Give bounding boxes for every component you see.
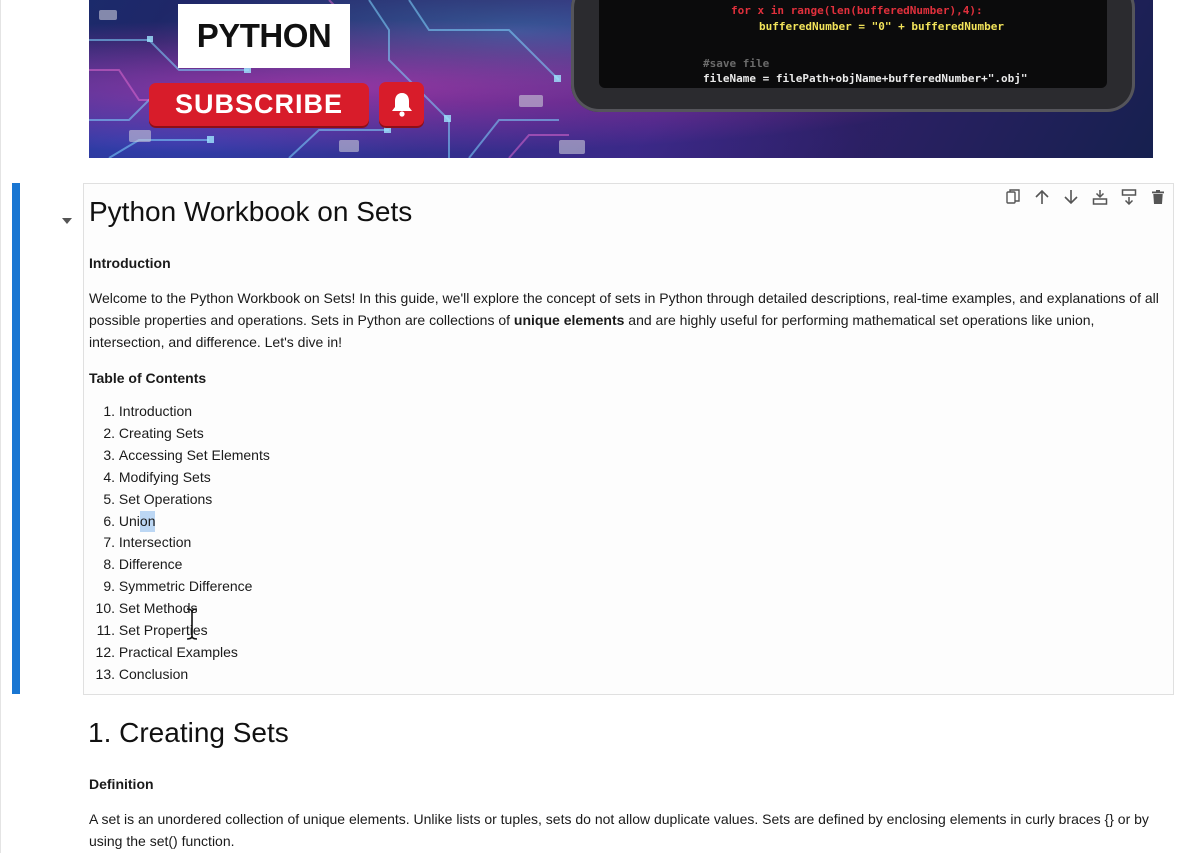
table-of-contents: 1. Introduction 2. Creating Sets 3. Acce… xyxy=(88,401,270,686)
toc-item: 11. Set Properties xyxy=(96,622,208,639)
text-selection-highlight: on xyxy=(139,510,156,533)
code-line-3: #save file xyxy=(703,57,770,70)
active-cell-indicator xyxy=(12,183,20,694)
toc-item: 12. Practical Examples xyxy=(95,643,238,660)
definition-heading: Definition xyxy=(89,776,154,792)
toc-item: 9. Symmetric Difference xyxy=(103,578,253,595)
insert-above-icon[interactable] xyxy=(1091,188,1109,206)
section-heading-creating-sets: 1. Creating Sets xyxy=(88,717,289,748)
toc-item: 3. Accessing Set Elements xyxy=(103,446,270,463)
collapse-caret-icon[interactable] xyxy=(62,211,72,229)
toc-item: 13. Conclusion xyxy=(95,665,189,682)
insert-below-icon[interactable] xyxy=(1120,188,1138,206)
introduction-heading: Introduction xyxy=(89,255,171,271)
cell-toolbar xyxy=(1004,188,1167,206)
code-screen: for x in range(len(bufferedNumber),4): b… xyxy=(599,0,1107,88)
toc-item: 7. Intersection xyxy=(103,534,192,551)
intro-bold-text: unique elements xyxy=(513,312,625,328)
trash-icon[interactable] xyxy=(1149,188,1167,206)
toc-item: 4. Modifying Sets xyxy=(103,468,211,485)
notebook-title: Python Workbook on Sets xyxy=(89,196,413,227)
copy-icon[interactable] xyxy=(1004,188,1022,206)
toc-item: 8. Difference xyxy=(103,556,183,573)
toc-item-selected: 6. Uni on xyxy=(88,510,270,533)
toc-item: 2. Creating Sets xyxy=(103,424,204,441)
toc-item: 10. Set Methods xyxy=(95,600,198,617)
banner-image: PYTHON SUBSCRIBE for x in range(len(buff… xyxy=(89,0,1153,158)
text-cursor-icon xyxy=(184,608,200,645)
subscribe-badge: SUBSCRIBE xyxy=(149,83,369,126)
code-line-1: for x in range(len(bufferedNumber),4): xyxy=(731,4,983,17)
python-logo: PYTHON xyxy=(178,4,350,68)
toc-item: 1. Introduction xyxy=(103,403,193,419)
toc-heading: Table of Contents xyxy=(89,370,207,386)
arrow-down-icon[interactable] xyxy=(1062,188,1080,206)
toc-item: 5. Set Operations xyxy=(103,490,213,507)
code-line-4: fileName = filePath+objName+bufferedNumb… xyxy=(703,72,1028,85)
code-line-2: bufferedNumber = "0" + bufferedNumber xyxy=(759,20,1005,33)
bell-icon xyxy=(379,82,424,126)
page-left-border xyxy=(0,0,1,853)
arrow-up-icon[interactable] xyxy=(1033,188,1051,206)
introduction-paragraph: Welcome to the Python Workbook on Sets! … xyxy=(89,287,1159,353)
definition-paragraph: A set is an unordered collection of uniq… xyxy=(89,811,1149,849)
laptop-image: for x in range(len(bufferedNumber),4): b… xyxy=(571,0,1135,112)
